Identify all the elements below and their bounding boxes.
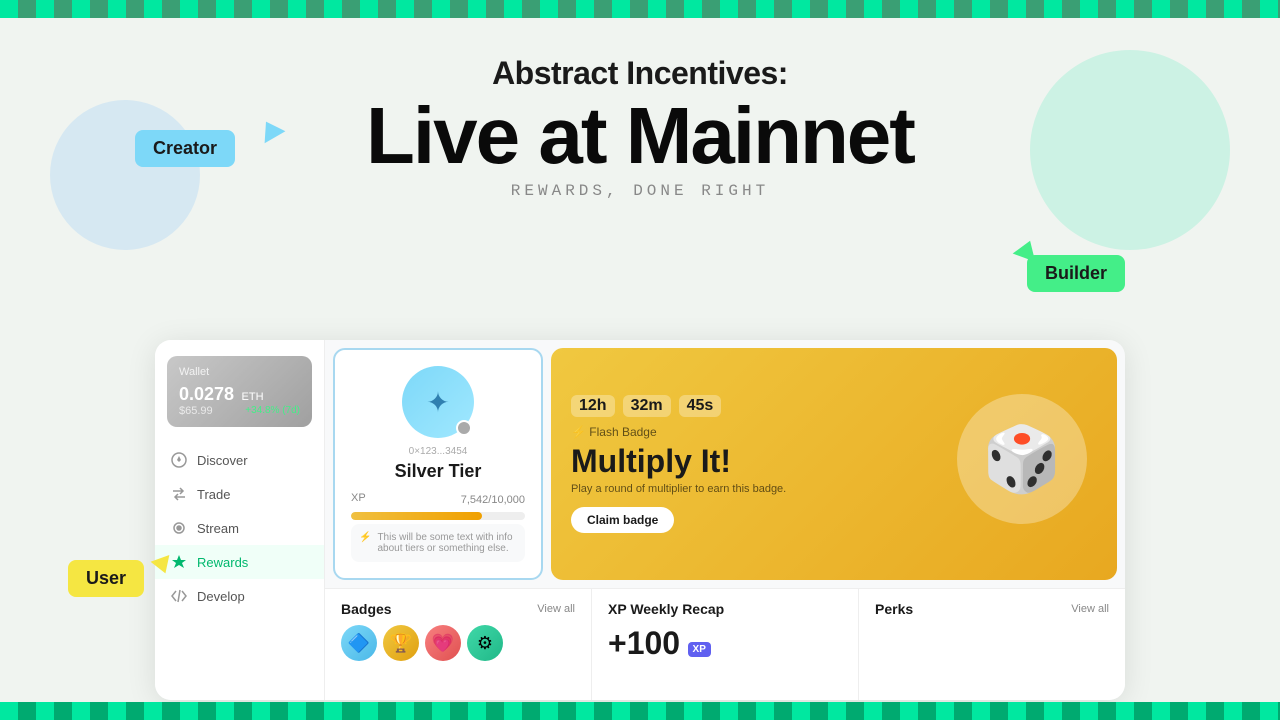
tier-avatar-icon: ✦ xyxy=(426,386,449,419)
develop-icon xyxy=(171,588,187,604)
xp-bar-fill xyxy=(351,512,482,520)
top-border xyxy=(0,0,1280,18)
tier-status-dot xyxy=(456,420,472,436)
tier-card: ✦ 0×123...3454 Silver Tier XP 7,542/10,0… xyxy=(333,348,543,580)
flash-content: 12h 32m 45s ⚡ Flash Badge Multiply It! P… xyxy=(571,395,786,533)
badges-title: Badges xyxy=(341,601,392,617)
badge-icons-row: 🔷 🏆 💗 ⚙ xyxy=(341,625,575,661)
sidebar-item-rewards[interactable]: Rewards xyxy=(155,545,324,579)
tier-address: 0×123...3454 xyxy=(409,446,468,457)
trade-icon xyxy=(171,486,187,502)
badges-view-all[interactable]: View all xyxy=(537,603,575,615)
wallet-card: Wallet 0.0278 ETH +34.8% (7d) $65.99 xyxy=(167,356,312,427)
stream-icon xyxy=(171,520,187,536)
rewards-label: Rewards xyxy=(197,555,248,570)
flash-description: Play a round of multiplier to earn this … xyxy=(571,483,786,495)
badge-pink: 💗 xyxy=(425,625,461,661)
arrow-builder xyxy=(1012,238,1040,271)
arrow-creator xyxy=(258,118,286,151)
wallet-change: +34.8% (7d) xyxy=(245,405,300,416)
xp-recap-value-row: +100 XP xyxy=(608,625,842,662)
wallet-currency: ETH xyxy=(242,391,264,403)
perks-card: Perks View all xyxy=(859,589,1125,700)
xp-progress-bar xyxy=(351,512,525,520)
badge-blue: 🔷 xyxy=(341,625,377,661)
timer-hours: 12h xyxy=(571,395,615,417)
xp-recap-title: XP Weekly Recap xyxy=(608,601,724,617)
develop-label: Develop xyxy=(197,589,245,604)
bottom-row: Badges View all 🔷 🏆 💗 ⚙ XP Weekly Recap … xyxy=(325,588,1125,700)
flash-timer: 12h 32m 45s xyxy=(571,395,786,417)
xp-recap-card: XP Weekly Recap +100 XP xyxy=(592,589,859,700)
timer-minutes: 32m xyxy=(623,395,671,417)
badges-header: Badges View all xyxy=(341,601,575,617)
sidebar-item-trade[interactable]: Trade xyxy=(155,477,324,511)
badges-card: Badges View all 🔷 🏆 💗 ⚙ xyxy=(325,589,592,700)
compass-icon xyxy=(171,452,187,468)
tier-avatar: ✦ xyxy=(402,366,474,438)
dashboard: Wallet 0.0278 ETH +34.8% (7d) $65.99 Dis… xyxy=(155,340,1125,700)
wallet-label: Wallet xyxy=(179,366,300,378)
hero-subtitle: Abstract Incentives: xyxy=(0,55,1280,92)
flash-title: Multiply It! xyxy=(571,445,786,477)
arrow-user xyxy=(150,552,174,581)
timer-seconds: 45s xyxy=(679,395,722,417)
flash-badge-label: ⚡ Flash Badge xyxy=(571,425,786,439)
wallet-amount: 0.0278 xyxy=(179,384,234,404)
sidebar-item-discover[interactable]: Discover xyxy=(155,443,324,477)
xp-current: 7,542 xyxy=(461,494,489,506)
xp-chip: XP xyxy=(688,642,711,657)
bottom-border xyxy=(0,702,1280,720)
wallet-amount-row: 0.0278 ETH +34.8% (7d) xyxy=(179,384,300,405)
creator-label: Creator xyxy=(135,130,235,167)
perks-header: Perks View all xyxy=(875,601,1109,617)
perks-title: Perks xyxy=(875,601,913,617)
flash-card: 12h 32m 45s ⚡ Flash Badge Multiply It! P… xyxy=(551,348,1117,580)
tier-info: ⚡ This will be some text with info about… xyxy=(351,524,525,562)
timer-hours-value: 12h xyxy=(571,395,615,417)
xp-values: 7,542/10,000 xyxy=(461,494,525,506)
xp-label: XP xyxy=(351,492,366,504)
discover-label: Discover xyxy=(197,453,248,468)
tier-name: Silver Tier xyxy=(395,461,482,482)
hero-section: Abstract Incentives: Live at Mainnet REW… xyxy=(0,0,1280,200)
dice-visual: 🎲 xyxy=(957,394,1087,524)
builder-label: Builder xyxy=(1027,255,1125,292)
tier-info-icon: ⚡ xyxy=(359,532,371,543)
user-label: User xyxy=(68,560,144,597)
perks-view-all[interactable]: View all xyxy=(1071,603,1109,615)
xp-recap-header: XP Weekly Recap xyxy=(608,601,842,617)
sidebar-item-stream[interactable]: Stream xyxy=(155,511,324,545)
main-content: ✦ 0×123...3454 Silver Tier XP 7,542/10,0… xyxy=(325,340,1125,700)
flash-dice: 🎲 xyxy=(957,394,1097,534)
tier-info-text: This will be some text with info about t… xyxy=(377,532,517,554)
stream-label: Stream xyxy=(197,521,239,536)
timer-minutes-value: 32m xyxy=(623,395,671,417)
content-top-row: ✦ 0×123...3454 Silver Tier XP 7,542/10,0… xyxy=(325,340,1125,588)
claim-badge-button[interactable]: Claim badge xyxy=(571,507,674,533)
trade-label: Trade xyxy=(197,487,230,502)
badge-teal: ⚙ xyxy=(467,625,503,661)
xp-recap-value: +100 xyxy=(608,625,680,661)
hero-tagline: REWARDS, DONE RIGHT xyxy=(0,182,1280,200)
timer-seconds-value: 45s xyxy=(679,395,722,417)
sidebar-item-develop[interactable]: Develop xyxy=(155,579,324,613)
xp-max: 10,000 xyxy=(491,494,525,506)
xp-header: XP 7,542/10,000 xyxy=(351,492,525,508)
sidebar: Wallet 0.0278 ETH +34.8% (7d) $65.99 Dis… xyxy=(155,340,325,700)
badge-gold: 🏆 xyxy=(383,625,419,661)
